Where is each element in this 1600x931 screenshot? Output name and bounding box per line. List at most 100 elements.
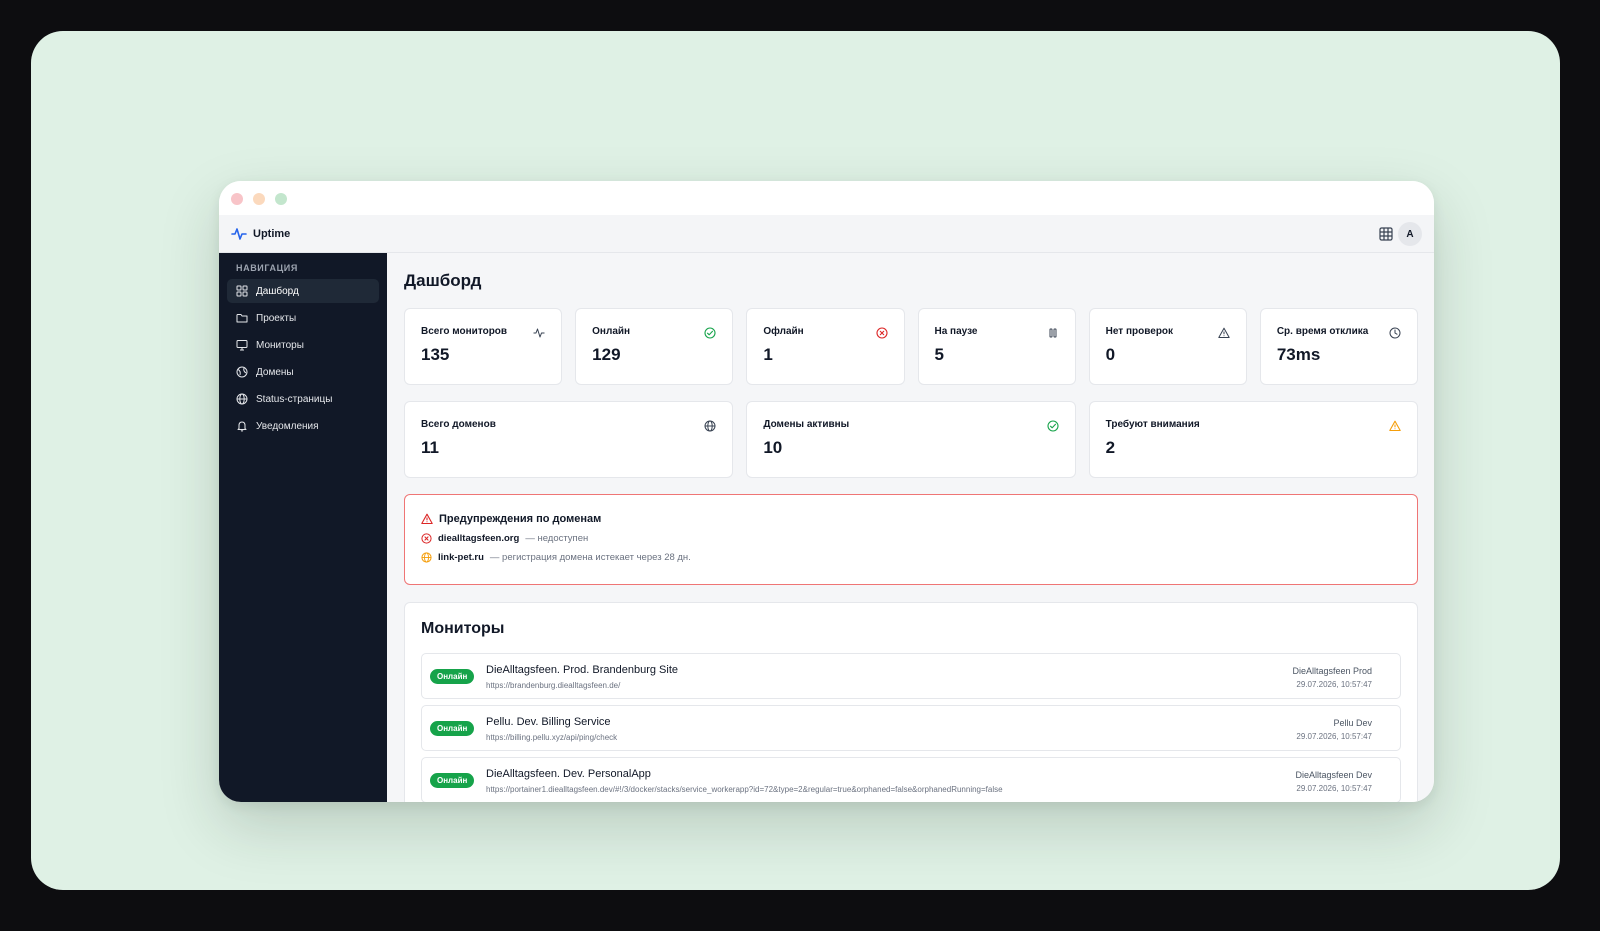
folder-icon [236,314,248,323]
minimize-window-button[interactable] [253,193,265,205]
stat-value: 10 [763,438,783,457]
page-title: Дашборд [404,271,482,290]
alert-title-text: Предупреждения по доменам [439,513,602,525]
monitor-url: https://portainer1.diealltagsfeen.dev/#!… [486,785,1003,794]
domain-stats: Всего доменов 11 Домены активны 10 Требу… [404,401,1418,478]
stat-label: Домены активны [763,419,850,430]
pulse-icon [231,228,247,240]
monitor-checked-at: 29.07.2026, 10:57:47 [1296,680,1372,689]
alert-item: diealltagsfeen.org — недоступен [421,533,1401,544]
dashboard-icon [236,285,248,297]
monitor-name: DieAlltagsfeen. Dev. PersonalApp [486,768,651,780]
stat-card-offline: Офлайн 1 [746,308,905,385]
check-circle-icon [1047,420,1059,432]
pause-icon [1049,328,1057,338]
stat-card-active-domains: Домены активны 10 [746,401,1076,478]
stat-label: Офлайн [763,326,804,337]
stat-value: 0 [1105,345,1116,364]
check-circle-icon [704,327,716,339]
sidebar-item-status-pages[interactable]: Status-страницы [227,387,379,411]
stat-value: 135 [421,345,450,364]
monitor-project: DieAlltagsfeen Prod [1292,666,1372,676]
globe-icon [236,393,248,405]
stat-value: 2 [1105,438,1116,457]
stat-value: 5 [934,345,944,364]
alert-domain-link[interactable]: link-pet.ru [438,552,484,563]
sidebar-item-label: Домены [256,366,294,378]
stat-label: Ср. время отклика [1276,326,1369,337]
stat-label: Требуют внимания [1105,419,1200,430]
sidebar-item-label: Мониторы [256,339,304,351]
x-circle-icon [875,327,888,339]
stat-card-paused: На паузе 5 [917,308,1076,385]
alert-note: — недоступен [525,533,589,544]
monitor-checked-at: 29.07.2026, 10:57:47 [1296,732,1372,741]
monitor-url: https://billing.pellu.xyz/api/ping/check [486,733,618,742]
monitor-url: https://brandenburg.diealltagsfeen.de/ [486,681,621,690]
warning-icon [421,513,433,525]
stat-label: На паузе [934,326,978,337]
warning-icon [1389,420,1401,432]
stat-card-total-domains: Всего доменов 11 [404,401,734,478]
monitor-row[interactable]: Онлайн Pellu. Dev. Billing Service https… [421,705,1401,751]
status-badge: Онлайн [430,669,475,684]
maximize-window-button[interactable] [275,193,287,205]
monitor-project: Pellu Dev [1333,718,1372,728]
app-name: Uptime [253,228,291,240]
monitor-checked-at: 29.07.2026, 10:57:47 [1296,784,1372,793]
window-titlebar [219,181,1434,215]
monitor-row[interactable]: Онлайн DieAlltagsfeen. Prod. Brandenburg… [421,653,1401,699]
warning-icon [1218,327,1230,338]
sidebar-item-label: Status-страницы [256,393,333,405]
sidebar: НАВИГАЦИЯ Дашборд Проекты Мониторы Домен… [219,253,387,802]
app-header: Uptime A [219,215,1434,253]
status-badge: Онлайн [430,773,475,788]
stat-value: 129 [592,345,621,364]
domain-alerts: Предупреждения по доменам diealltagsfeen… [404,494,1418,585]
alert-title: Предупреждения по доменам [421,513,1401,525]
background-frame: Uptime A НАВИГАЦИЯ Дашборд Проекты Монит… [31,31,1560,890]
brand-logo[interactable]: Uptime [231,226,290,242]
monitor-name: Pellu. Dev. Billing Service [486,716,611,728]
x-circle-icon [421,533,432,544]
monitors-title: Мониторы [421,620,505,637]
stat-label: Нет проверок [1105,326,1174,337]
monitor-row[interactable]: Онлайн DieAlltagsfeen. Dev. PersonalApp … [421,757,1401,802]
clock-icon [1389,327,1401,339]
monitor-name: DieAlltagsfeen. Prod. Brandenburg Site [486,664,679,676]
close-window-button[interactable] [231,193,243,205]
sidebar-item-label: Уведомления [256,420,319,432]
main-content: Дашборд Всего мониторов 135 Онлайн 129 О… [387,253,1434,802]
alert-note: — регистрация домена истекает через 28 д… [489,552,691,563]
sidebar-item-dashboard[interactable]: Дашборд [227,279,379,303]
status-badge: Онлайн [430,721,475,736]
stat-card-total-monitors: Всего мониторов 135 [404,308,563,385]
globe-icon [421,552,432,563]
globe-icon [704,420,716,432]
stat-card-avg-response: Ср. время отклика 73ms [1259,308,1418,385]
alert-domain-link[interactable]: diealltagsfeen.org [438,533,519,544]
stat-value: 73ms [1276,345,1321,364]
monitor-stats: Всего мониторов 135 Онлайн 129 Офлайн 1 … [404,308,1418,385]
stat-card-online: Онлайн 129 [575,308,734,385]
monitor-icon [236,340,248,351]
app-window: Uptime A НАВИГАЦИЯ Дашборд Проекты Монит… [219,181,1434,802]
stat-label: Онлайн [592,326,631,337]
sidebar-item-label: Дашборд [256,285,299,297]
monitors-panel: Мониторы Онлайн DieAlltagsfeen. Prod. Br… [404,602,1418,802]
monitor-project: DieAlltagsfeen Dev [1295,770,1372,780]
stat-label: Всего доменов [421,419,496,430]
sidebar-item-projects[interactable]: Проекты [227,306,379,330]
sidebar-item-notifications[interactable]: Уведомления [227,414,379,438]
sidebar-item-domains[interactable]: Домены [227,360,379,384]
stat-card-no-checks: Нет проверок 0 [1088,308,1247,385]
stat-label: Всего мониторов [421,326,508,337]
sidebar-item-label: Проекты [256,312,297,324]
sidebar-item-monitors[interactable]: Мониторы [227,333,379,357]
user-avatar[interactable]: A [1398,222,1422,246]
nav-heading: НАВИГАЦИЯ [236,263,298,273]
domains-icon [236,366,248,378]
grid-icon[interactable] [1378,226,1394,242]
activity-icon [533,328,545,338]
stat-value: 11 [421,438,439,457]
